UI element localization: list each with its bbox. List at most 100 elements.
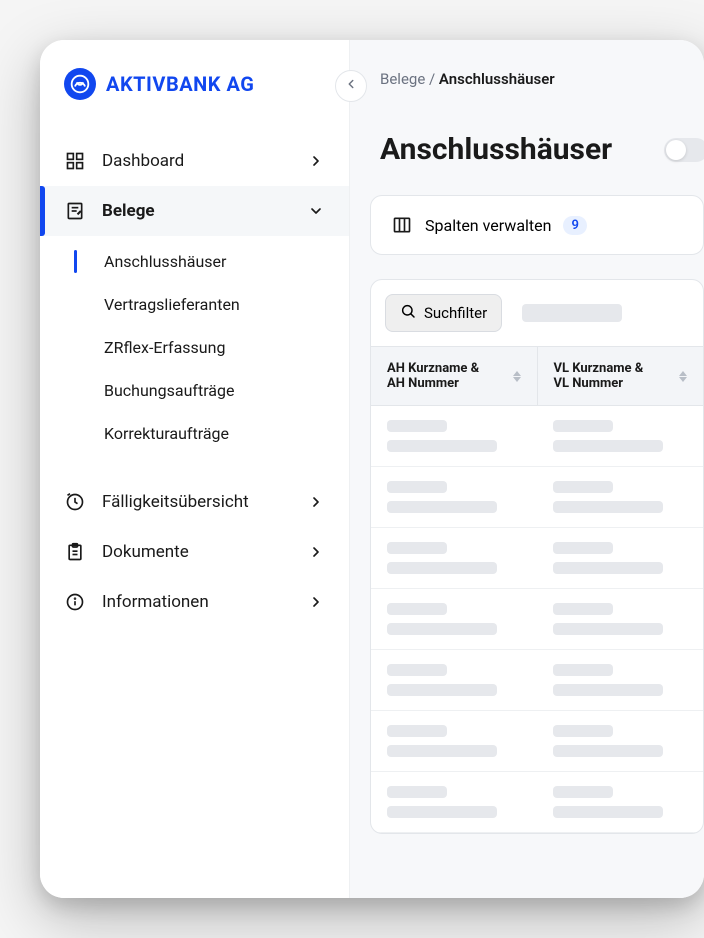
skeleton-line (553, 684, 663, 696)
table-cell (371, 467, 537, 527)
main-content: Belege / Anschlusshäuser Anschlusshäuser… (350, 40, 704, 898)
skeleton-line (387, 623, 497, 635)
table-cell (537, 772, 703, 832)
table-header-cell[interactable]: AH Kurzname &AH Nummer (371, 347, 537, 405)
table-cell (371, 711, 537, 771)
columns-count-badge: 9 (563, 216, 586, 235)
sidebar-subitem-korrekturauftr-ge[interactable]: Korrekturaufträge (40, 412, 349, 455)
sidebar-subitem-buchungsauftr-ge[interactable]: Buchungsaufträge (40, 369, 349, 412)
skeleton-line (387, 664, 447, 676)
primary-nav: Dashboard Belege AnschlusshäuserVertragsli… (40, 136, 349, 627)
chevron-right-icon (307, 593, 325, 611)
skeleton-line (387, 603, 447, 615)
table-row[interactable] (371, 772, 703, 833)
skeleton-line (553, 623, 663, 635)
page-title: Anschlusshäuser (380, 132, 612, 167)
table-row[interactable] (371, 650, 703, 711)
column-label: AH Kurzname &AH Nummer (387, 361, 479, 391)
table-body (371, 406, 703, 833)
sidebar-item-label: Fälligkeitsübersicht (102, 492, 291, 512)
search-filter-label: Suchfilter (424, 304, 487, 322)
table-row[interactable] (371, 528, 703, 589)
table-cell (537, 589, 703, 649)
skeleton-line (387, 725, 447, 737)
sidebar-item-dokumente[interactable]: Dokumente (40, 527, 349, 577)
sidebar-item-belege[interactable]: Belege (40, 186, 349, 236)
sidebar: AKTIVBANK AG Dashboard Belege Anschlusshäu… (40, 40, 350, 898)
table-cell (371, 406, 537, 466)
table-cell (371, 589, 537, 649)
skeleton-line (553, 603, 613, 615)
search-icon (400, 303, 416, 323)
breadcrumb-parent[interactable]: Belege (380, 70, 425, 88)
skeleton-line (387, 786, 447, 798)
skeleton-line (387, 745, 497, 757)
skeleton-line (553, 745, 663, 757)
note-icon (64, 200, 86, 222)
toolbar-placeholder (522, 304, 622, 322)
skeleton-line (553, 542, 613, 554)
brand-name: AKTIVBANK AG (106, 72, 254, 96)
sidebar-item-label: Dashboard (102, 151, 291, 171)
columns-manager-label: Spalten verwalten (425, 216, 551, 235)
skeleton-line (553, 440, 663, 452)
brand-logo: AKTIVBANK AG (40, 68, 349, 136)
data-table: Suchfilter AH Kurzname &AH Nummer VL Kurz… (370, 279, 704, 834)
chevron-right-icon (307, 543, 325, 561)
info-icon (64, 591, 86, 613)
sort-icon (513, 371, 521, 382)
grid-icon (64, 150, 86, 172)
table-toolbar: Suchfilter (371, 280, 703, 346)
skeleton-line (387, 501, 497, 513)
sidebar-item-label: Dokumente (102, 542, 291, 562)
table-cell (537, 467, 703, 527)
columns-manager-card[interactable]: Spalten verwalten 9 (370, 195, 704, 255)
page-header: Anschlusshäuser (350, 88, 704, 195)
skeleton-line (553, 420, 613, 432)
chevron-right-icon (307, 152, 325, 170)
sidebar-subitem-vertragslieferanten[interactable]: Vertragslieferanten (40, 283, 349, 326)
chevron-right-icon (307, 493, 325, 511)
sidebar-collapse-button[interactable] (335, 70, 367, 102)
skeleton-line (387, 440, 497, 452)
sidebar-item-dashboard[interactable]: Dashboard (40, 136, 349, 186)
sidebar-item-label: Belege (102, 201, 291, 221)
sidebar-item-f-lligkeits-bersicht[interactable]: Fälligkeitsübersicht (40, 477, 349, 527)
skeleton-line (387, 806, 497, 818)
skeleton-line (553, 562, 663, 574)
chevron-left-icon (344, 77, 358, 95)
search-filter-button[interactable]: Suchfilter (385, 294, 502, 332)
skeleton-line (387, 684, 497, 696)
app-window: AKTIVBANK AG Dashboard Belege Anschlusshäu… (40, 40, 704, 898)
brand-mark-icon (64, 68, 96, 100)
columns-icon (391, 214, 413, 236)
chevron-down-icon (307, 202, 325, 220)
skeleton-line (553, 806, 663, 818)
sort-icon (679, 371, 687, 382)
table-cell (371, 772, 537, 832)
clipboard-icon (64, 541, 86, 563)
sidebar-subitem-anschlussh-user[interactable]: Anschlusshäuser (40, 240, 349, 283)
table-row[interactable] (371, 589, 703, 650)
breadcrumb: Belege / Anschlusshäuser (350, 40, 704, 88)
breadcrumb-current: Anschlusshäuser (439, 70, 555, 88)
view-toggle[interactable] (664, 138, 704, 162)
skeleton-line (553, 501, 663, 513)
table-row[interactable] (371, 467, 703, 528)
skeleton-line (387, 420, 447, 432)
table-cell (537, 528, 703, 588)
table-cell (537, 711, 703, 771)
column-label: VL Kurzname &VL Nummer (554, 361, 644, 391)
table-row[interactable] (371, 406, 703, 467)
sidebar-subitem-zrflex-erfassung[interactable]: ZRflex-Erfassung (40, 326, 349, 369)
sidebar-item-informationen[interactable]: Informationen (40, 577, 349, 627)
table-row[interactable] (371, 711, 703, 772)
table-header-cell[interactable]: VL Kurzname &VL Nummer (537, 347, 704, 405)
table-cell (371, 528, 537, 588)
skeleton-line (387, 562, 497, 574)
skeleton-line (387, 542, 447, 554)
skeleton-line (553, 481, 613, 493)
table-cell (371, 650, 537, 710)
skeleton-line (553, 786, 613, 798)
clock-icon (64, 491, 86, 513)
